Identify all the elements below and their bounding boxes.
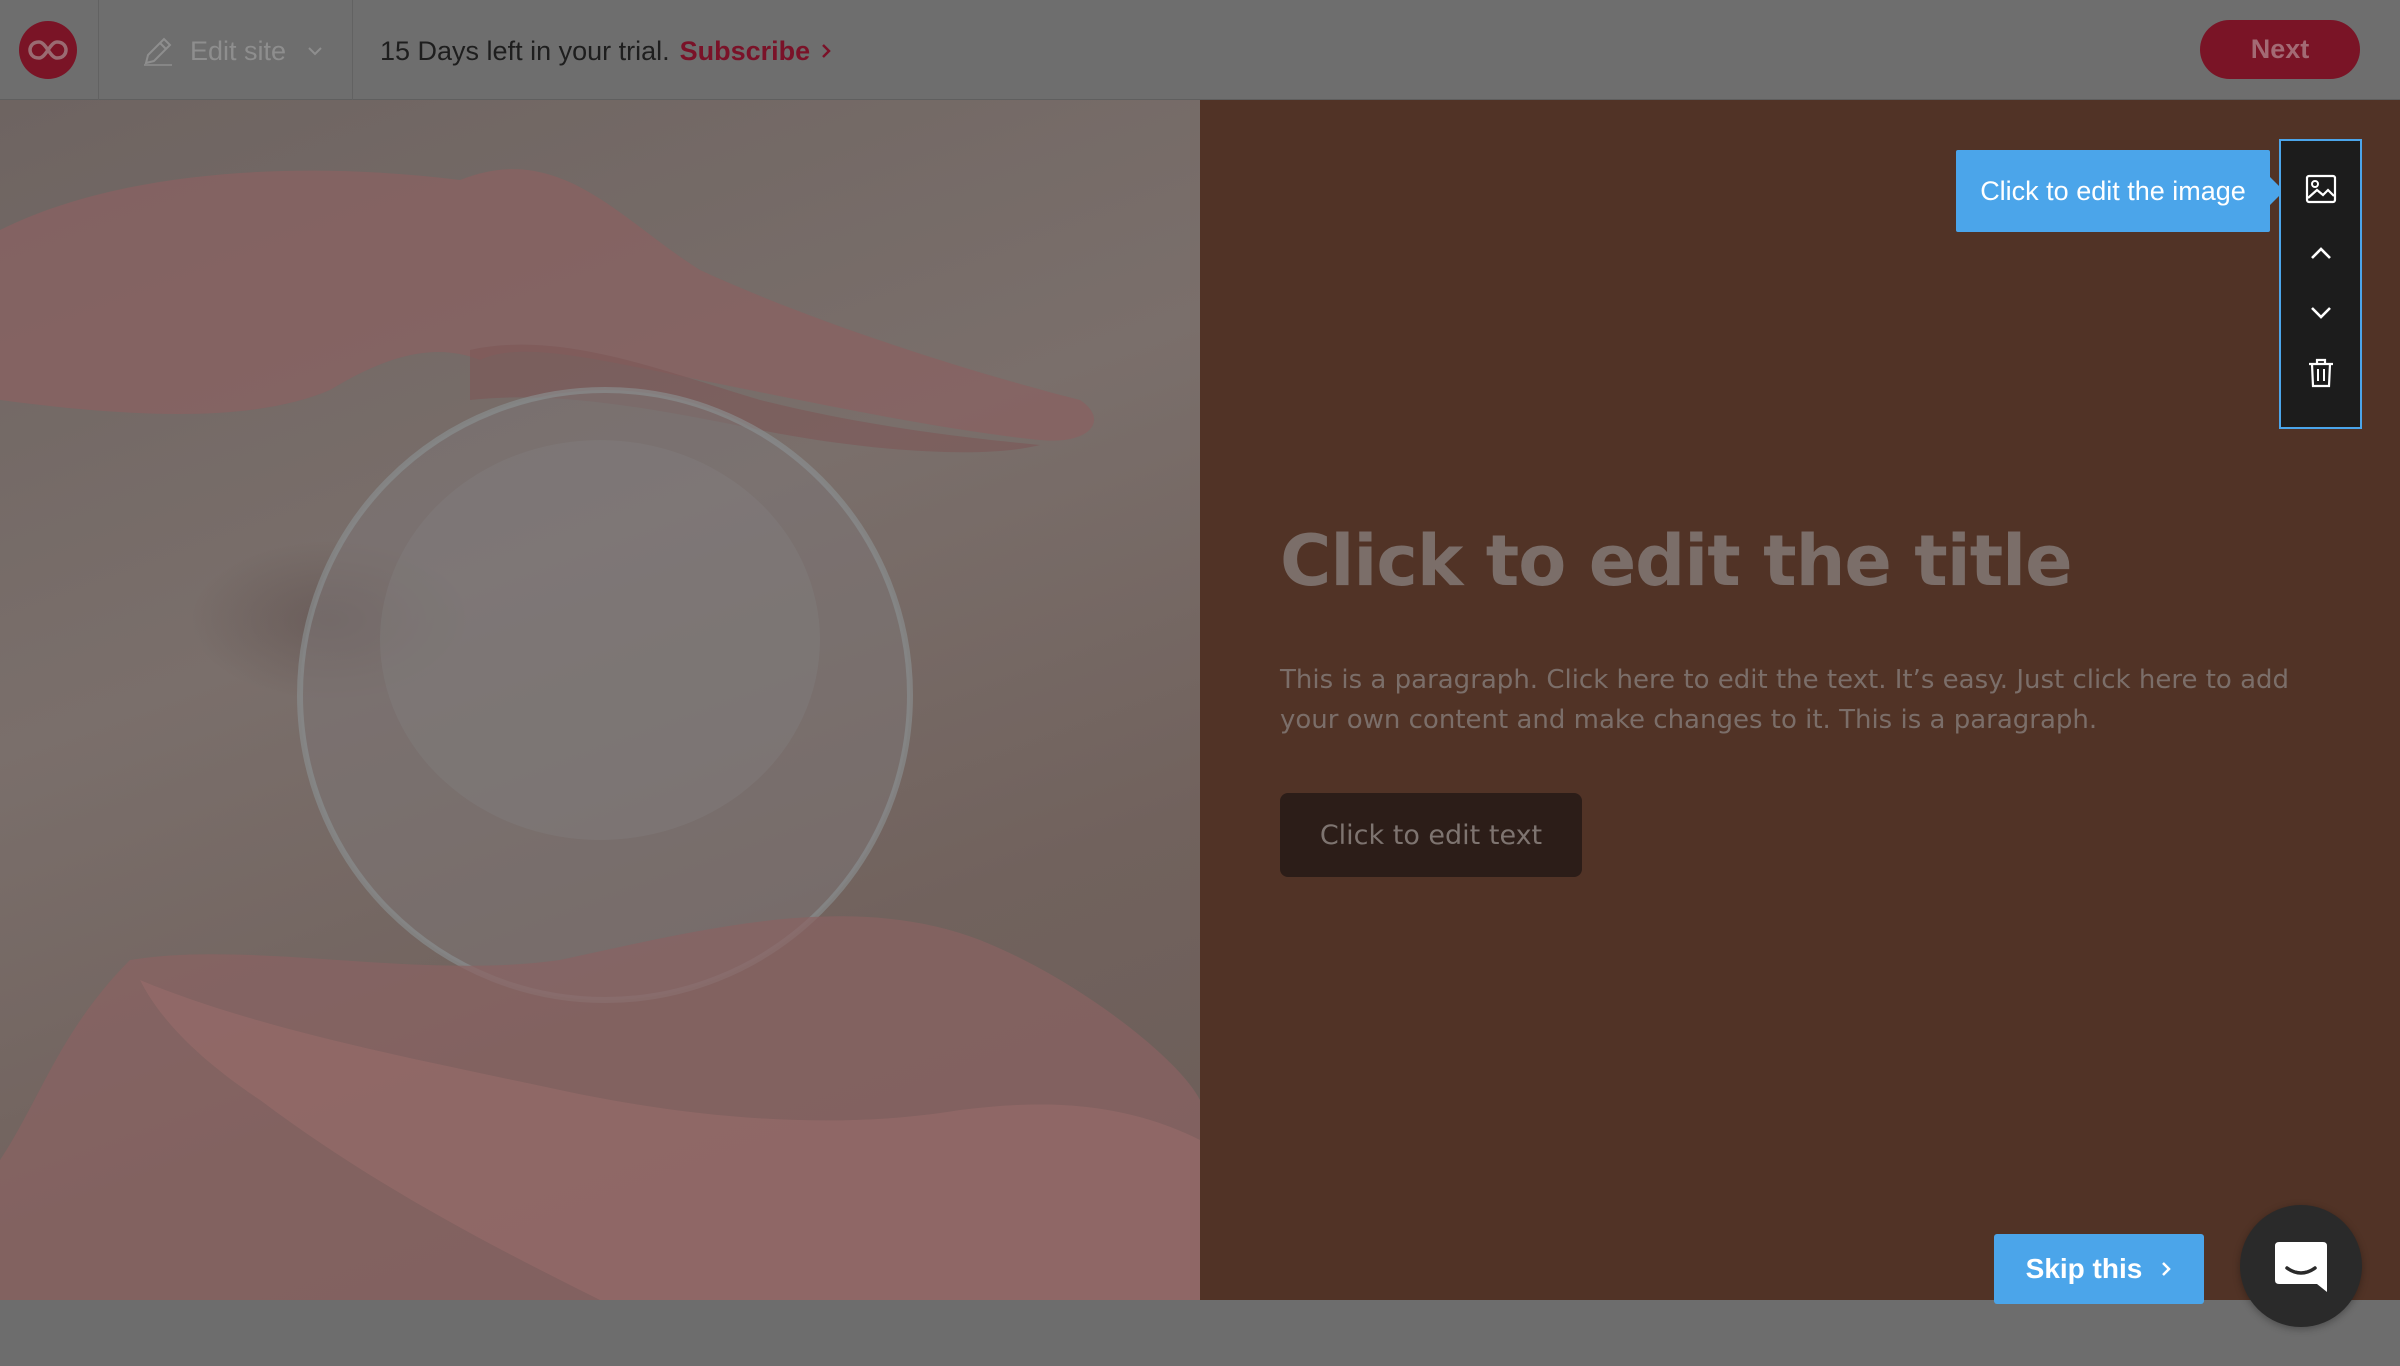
hero-image[interactable] <box>0 100 1200 1300</box>
chat-icon <box>2275 1242 2327 1292</box>
chevron-up-icon <box>2310 247 2331 259</box>
move-up-button[interactable] <box>2291 223 2351 283</box>
chevron-down-icon <box>308 47 322 56</box>
bottom-strip <box>0 1300 2400 1366</box>
chevron-down-icon <box>2310 307 2331 319</box>
section-toolbar <box>2279 139 2362 429</box>
edit-image-tooltip: Click to edit the image <box>1956 150 2284 232</box>
chevron-right-icon <box>822 44 831 58</box>
trash-icon <box>2308 358 2333 388</box>
divider <box>98 0 99 100</box>
trial-notice: 15 Days left in your trial. Subscribe <box>380 30 832 72</box>
delete-button[interactable] <box>2291 343 2351 403</box>
pencil-icon <box>144 37 172 66</box>
subscribe-link[interactable]: Subscribe <box>680 36 833 67</box>
divider <box>352 0 353 100</box>
top-bar: Edit site 15 Days left in your trial. Su… <box>0 0 2400 100</box>
chat-button[interactable] <box>2240 1205 2362 1327</box>
edit-text-button[interactable]: Click to edit text <box>1280 793 1582 877</box>
hands-crystal-ball-image <box>0 169 1200 1300</box>
section-paragraph[interactable]: This is a paragraph. Click here to edit … <box>1280 660 2300 740</box>
image-button[interactable] <box>2291 159 2351 219</box>
section-title[interactable]: Click to edit the title <box>1280 520 2073 602</box>
move-down-button[interactable] <box>2291 283 2351 343</box>
content-panel: Click to edit the title This is a paragr… <box>1200 100 2400 1300</box>
subscribe-label: Subscribe <box>679 35 811 66</box>
infinity-logo-icon[interactable] <box>19 21 77 79</box>
skip-button[interactable]: Skip this <box>1994 1234 2204 1304</box>
edit-site-label: Edit site <box>190 35 287 66</box>
trial-text: 15 Days left in your trial. <box>380 35 670 66</box>
skip-label: Skip this <box>2025 1253 2143 1284</box>
next-button[interactable]: Next <box>2200 20 2360 79</box>
chevron-right-icon <box>2162 1262 2172 1276</box>
edit-site-dropdown[interactable]: Edit site <box>140 30 326 72</box>
image-icon <box>2305 174 2336 204</box>
